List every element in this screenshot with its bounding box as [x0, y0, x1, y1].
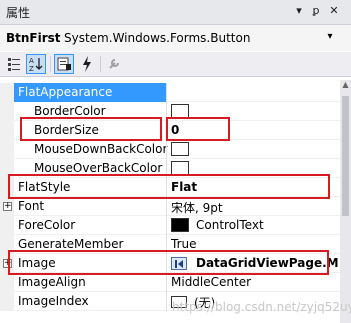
object-name: BtnFirst — [6, 31, 61, 45]
panel-title-bar: 属性 ▾ ꝑ ✕ — [0, 0, 351, 25]
property-name: MouseDownBackColor — [34, 142, 168, 156]
categorized-icon[interactable] — [4, 54, 24, 74]
property-name: ForeColor — [18, 218, 76, 232]
toolbar-separator — [50, 56, 51, 72]
color-swatch — [171, 218, 189, 232]
annotation-box-bordersize-value — [166, 117, 230, 141]
dropdown-icon[interactable]: ▾ — [292, 3, 306, 19]
property-name: FlatAppearance — [18, 85, 113, 99]
svg-text:A: A — [29, 57, 34, 65]
color-swatch — [171, 142, 189, 156]
property-name: ImageAlign — [18, 275, 86, 289]
property-name: ImageIndex — [18, 294, 89, 308]
column-divider — [166, 292, 167, 311]
annotation-box-bordersize-name — [20, 117, 162, 141]
row-gutter — [0, 140, 14, 159]
vertical-scrollbar[interactable]: ▲ — [340, 80, 351, 323]
row-gutter — [0, 216, 14, 235]
property-row-font[interactable]: + Font 宋体, 9pt — [0, 197, 340, 216]
properties-icon[interactable] — [54, 54, 74, 74]
color-swatch — [171, 104, 189, 118]
chevron-down-icon[interactable]: ▾ — [320, 31, 340, 47]
property-toolbar: AZ — [0, 52, 351, 77]
annotation-box-flatstyle — [8, 174, 330, 199]
property-name: MouseOverBackColor — [34, 161, 163, 175]
row-gutter — [0, 273, 14, 292]
row-gutter — [0, 292, 14, 311]
svg-text:Z: Z — [29, 65, 34, 73]
property-value[interactable]: MiddleCenter — [171, 275, 251, 289]
property-name: GenerateMember — [18, 237, 124, 251]
object-type: System.Windows.Forms.Button — [64, 31, 251, 45]
property-row-imagealign[interactable]: ImageAlign MiddleCenter — [0, 273, 340, 292]
row-gutter — [0, 102, 14, 121]
close-icon[interactable]: ✕ — [327, 3, 341, 19]
events-icon[interactable] — [77, 54, 97, 74]
column-divider — [166, 216, 167, 235]
alphabetical-icon[interactable]: AZ — [26, 54, 46, 74]
object-selector[interactable]: BtnFirst System.Windows.Forms.Button ▾ — [0, 25, 351, 51]
toolbar-separator — [100, 56, 101, 72]
column-divider — [166, 140, 167, 159]
property-pages-icon[interactable] — [104, 54, 124, 74]
panel-title: 属性 — [6, 6, 31, 20]
annotation-box-image — [8, 250, 329, 275]
property-name: Font — [18, 199, 45, 213]
property-value[interactable]: ControlText — [196, 218, 264, 232]
property-row-mousedownbackcolor[interactable]: MouseDownBackColor — [0, 140, 340, 159]
column-divider — [166, 83, 167, 102]
column-divider — [166, 273, 167, 292]
scroll-up-icon[interactable]: ▲ — [340, 80, 351, 94]
row-gutter — [0, 121, 14, 140]
column-divider — [166, 197, 167, 216]
scrollbar-thumb[interactable] — [342, 96, 349, 216]
color-swatch — [171, 161, 189, 175]
property-row-flatappearance[interactable]: FlatAppearance — [0, 83, 340, 102]
expand-icon[interactable]: + — [3, 202, 12, 211]
pin-icon[interactable]: ꝑ — [309, 3, 323, 19]
property-row-forecolor[interactable]: ForeColor ControlText — [0, 216, 340, 235]
property-value[interactable]: 宋体, 9pt — [171, 199, 223, 216]
row-gutter — [0, 83, 14, 102]
property-name: BorderColor — [34, 104, 106, 118]
watermark-text: https://blog.csdn.net/zyjq52uys — [172, 300, 351, 314]
property-value[interactable]: True — [171, 237, 197, 251]
